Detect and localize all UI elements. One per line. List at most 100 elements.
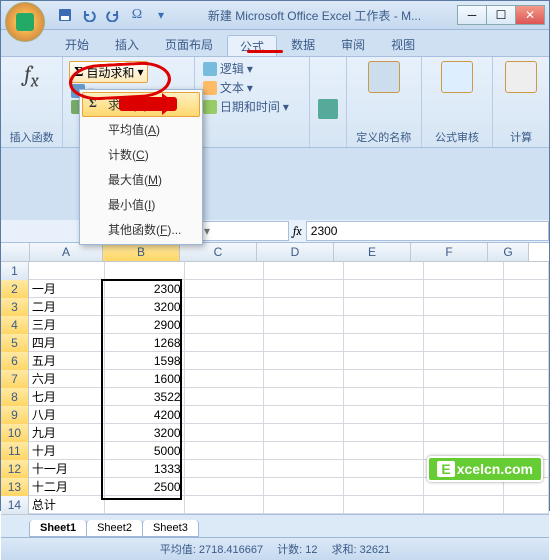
cell[interactable]: [424, 370, 504, 388]
col-header-E[interactable]: E: [334, 243, 411, 261]
row-header[interactable]: 7: [1, 370, 29, 389]
row-header[interactable]: 5: [1, 334, 29, 353]
formula-input[interactable]: 2300: [306, 221, 549, 241]
cell[interactable]: 十月: [29, 442, 105, 460]
office-button[interactable]: [5, 2, 45, 42]
cell[interactable]: [344, 334, 424, 352]
cell[interactable]: [29, 262, 105, 280]
tab-layout[interactable]: 页面布局: [153, 34, 225, 56]
datetime-button[interactable]: 日期和时间 ▾: [201, 97, 303, 116]
minimize-button[interactable]: ─: [457, 5, 487, 25]
cell[interactable]: [185, 298, 265, 316]
cell[interactable]: [185, 442, 265, 460]
tab-data[interactable]: 数据: [279, 34, 327, 56]
dropdown-max[interactable]: 最大值(M): [82, 167, 200, 192]
cell[interactable]: [424, 280, 504, 298]
cell[interactable]: [504, 406, 549, 424]
logic-button[interactable]: 逻辑 ▾: [201, 59, 303, 78]
select-all[interactable]: [1, 243, 30, 261]
row-header[interactable]: 10: [1, 424, 29, 443]
cell[interactable]: [185, 496, 265, 514]
cell[interactable]: 5000: [105, 442, 185, 460]
cell[interactable]: [344, 460, 424, 478]
lookup-icon[interactable]: [318, 99, 338, 119]
col-header-D[interactable]: D: [257, 243, 334, 261]
cell[interactable]: 1598: [105, 352, 185, 370]
tab-home[interactable]: 开始: [53, 34, 101, 56]
cell[interactable]: [185, 388, 265, 406]
cell[interactable]: [424, 406, 504, 424]
cell[interactable]: [504, 424, 549, 442]
row-header[interactable]: 9: [1, 406, 29, 425]
row-header[interactable]: 3: [1, 298, 29, 317]
formula-audit-icon[interactable]: [441, 61, 473, 93]
cell[interactable]: [264, 316, 344, 334]
cell[interactable]: 三月: [29, 316, 105, 334]
cell[interactable]: [344, 262, 424, 280]
cell[interactable]: [504, 370, 549, 388]
cell[interactable]: [185, 406, 265, 424]
cell[interactable]: [264, 460, 344, 478]
cell[interactable]: [185, 334, 265, 352]
cell[interactable]: [264, 352, 344, 370]
qat-more-icon[interactable]: ▾: [151, 5, 171, 25]
cell[interactable]: [504, 298, 549, 316]
omega-icon[interactable]: Ω: [127, 5, 147, 25]
tab-review[interactable]: 审阅: [329, 34, 377, 56]
dropdown-count[interactable]: 计数(C): [82, 142, 200, 167]
row-header[interactable]: 8: [1, 388, 29, 407]
row-header[interactable]: 4: [1, 316, 29, 335]
cell[interactable]: 3200: [105, 424, 185, 442]
cell[interactable]: [344, 298, 424, 316]
cell[interactable]: [344, 406, 424, 424]
cell[interactable]: 十二月: [29, 478, 105, 496]
cell[interactable]: [264, 406, 344, 424]
cell[interactable]: [185, 424, 265, 442]
row-header[interactable]: 14: [1, 496, 29, 515]
cell[interactable]: [185, 280, 265, 298]
cell[interactable]: [105, 262, 185, 280]
row-header[interactable]: 12: [1, 460, 29, 479]
cell[interactable]: [264, 262, 344, 280]
cell[interactable]: [504, 334, 549, 352]
cell[interactable]: 一月: [29, 280, 105, 298]
cell[interactable]: [344, 370, 424, 388]
cell[interactable]: 十一月: [29, 460, 105, 478]
cell[interactable]: [504, 262, 549, 280]
cell[interactable]: 七月: [29, 388, 105, 406]
fx-icon[interactable]: fx: [7, 61, 56, 91]
cell[interactable]: [344, 352, 424, 370]
cell[interactable]: 3522: [105, 388, 185, 406]
cell[interactable]: [424, 388, 504, 406]
maximize-button[interactable]: ☐: [486, 5, 516, 25]
col-header-A[interactable]: A: [30, 243, 103, 261]
cell[interactable]: [185, 478, 265, 496]
cell[interactable]: [424, 262, 504, 280]
cell[interactable]: [424, 496, 504, 514]
cell[interactable]: 八月: [29, 406, 105, 424]
cell[interactable]: [264, 478, 344, 496]
cell[interactable]: [344, 496, 424, 514]
cell[interactable]: 4200: [105, 406, 185, 424]
row-header[interactable]: 11: [1, 442, 29, 461]
cell[interactable]: [185, 316, 265, 334]
cell[interactable]: [424, 424, 504, 442]
cell[interactable]: [264, 442, 344, 460]
undo-icon[interactable]: [79, 5, 99, 25]
row-header[interactable]: 6: [1, 352, 29, 371]
row-header[interactable]: 2: [1, 280, 29, 299]
dropdown-min[interactable]: 最小值(I): [82, 192, 200, 217]
defined-names-icon[interactable]: [368, 61, 400, 93]
cell[interactable]: [185, 262, 265, 280]
cell[interactable]: [185, 370, 265, 388]
cell[interactable]: 五月: [29, 352, 105, 370]
cell[interactable]: [424, 298, 504, 316]
cell[interactable]: 四月: [29, 334, 105, 352]
sheet-tab-2[interactable]: Sheet2: [86, 520, 143, 537]
cell[interactable]: [344, 424, 424, 442]
cell[interactable]: [264, 388, 344, 406]
cell[interactable]: [504, 388, 549, 406]
cell[interactable]: [264, 496, 344, 514]
cell[interactable]: [344, 388, 424, 406]
cell[interactable]: 1600: [105, 370, 185, 388]
